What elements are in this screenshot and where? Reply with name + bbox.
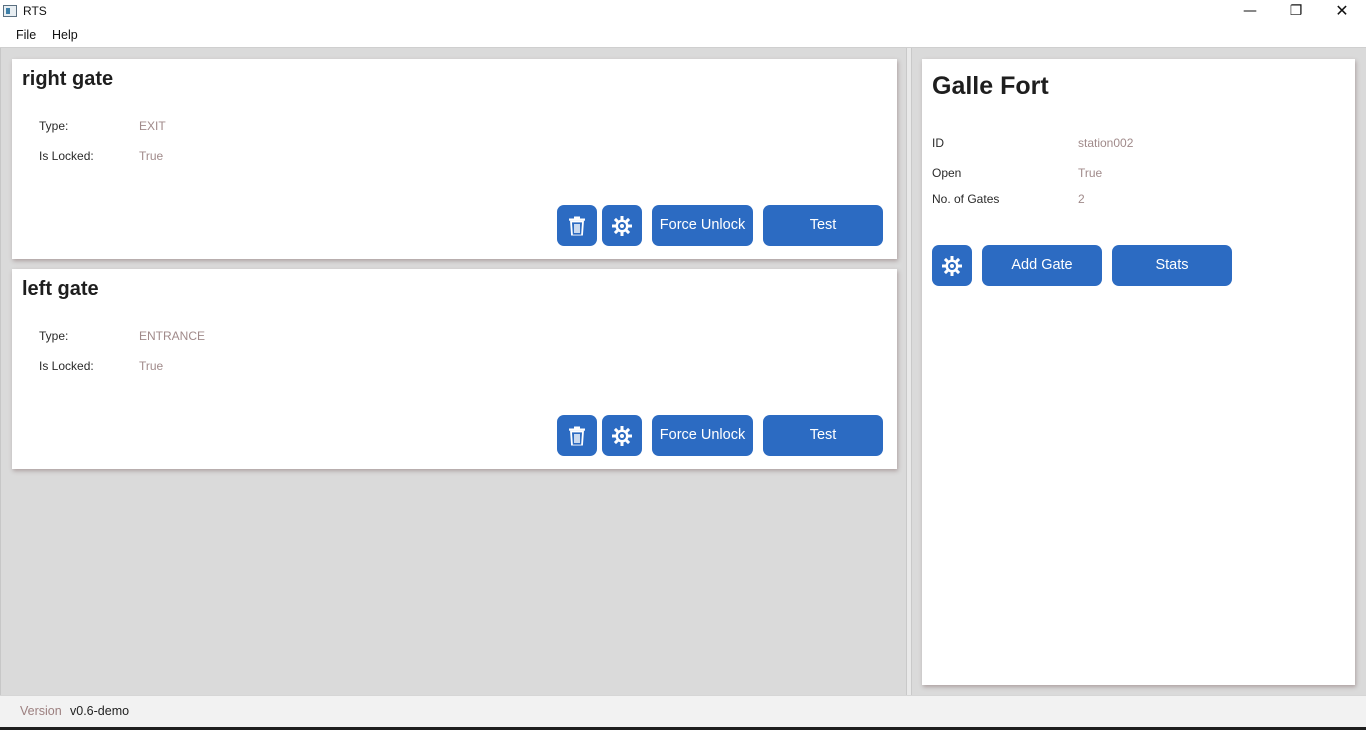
- close-button[interactable]: ✕: [1319, 0, 1365, 24]
- maximize-button[interactable]: ❐: [1273, 0, 1319, 24]
- gate-locked-label: Is Locked:: [39, 149, 94, 163]
- test-gate-button[interactable]: Test: [763, 205, 883, 246]
- delete-gate-button[interactable]: [557, 415, 597, 456]
- gate-name: right gate: [22, 68, 114, 90]
- station-gates-label: No. of Gates: [932, 192, 1000, 206]
- gear-icon: [612, 425, 632, 446]
- force-unlock-button[interactable]: Force Unlock: [652, 415, 753, 456]
- title-bar: RTS — ❐ ✕: [0, 0, 1366, 24]
- add-gate-button[interactable]: Add Gate: [982, 245, 1102, 286]
- app-icon: [3, 5, 17, 17]
- gate-type-label: Type:: [39, 329, 69, 343]
- gear-icon: [612, 215, 632, 236]
- test-gate-button[interactable]: Test: [763, 415, 883, 456]
- menu-help[interactable]: Help: [52, 28, 78, 42]
- trash-icon: [569, 216, 585, 235]
- gate-settings-button[interactable]: [602, 415, 642, 456]
- delete-gate-button[interactable]: [557, 205, 597, 246]
- status-bar: Version v0.6-demo: [0, 695, 1366, 730]
- window-title: RTS: [23, 4, 47, 18]
- station-id-label: ID: [932, 136, 944, 150]
- version-value: v0.6-demo: [70, 704, 130, 718]
- trash-icon: [569, 426, 585, 445]
- station-open-label: Open: [932, 166, 962, 180]
- menu-bar: File Help: [0, 24, 1366, 48]
- minimize-button[interactable]: —: [1227, 0, 1273, 24]
- station-id-value: station002: [1078, 136, 1134, 150]
- version-label: Version: [20, 704, 62, 718]
- gate-type-value: EXIT: [139, 119, 166, 133]
- gate-locked-label: Is Locked:: [39, 359, 94, 373]
- gate-name: left gate: [22, 278, 99, 300]
- gate-locked-value: True: [139, 359, 164, 373]
- gate-type-value: ENTRANCE: [139, 329, 206, 343]
- gate-locked-value: True: [139, 149, 164, 163]
- gate-card: right gate Type: EXIT Is Locked: True Fo…: [12, 59, 897, 259]
- stats-button[interactable]: Stats: [1112, 245, 1232, 286]
- station-card: Galle Fort ID station002 Open True No. o…: [922, 59, 1355, 685]
- station-settings-button[interactable]: [932, 245, 972, 286]
- gate-card: left gate Type: ENTRANCE Is Locked: True: [12, 269, 897, 469]
- station-panel: Galle Fort ID station002 Open True No. o…: [912, 48, 1366, 695]
- menu-file[interactable]: File: [16, 28, 36, 42]
- station-open-value: True: [1078, 166, 1103, 180]
- gate-type-label: Type:: [39, 119, 69, 133]
- gate-settings-button[interactable]: [602, 205, 642, 246]
- station-name: Galle Fort: [932, 72, 1049, 100]
- force-unlock-button[interactable]: Force Unlock: [652, 205, 753, 246]
- gear-icon: [942, 255, 962, 276]
- gate-list-panel: right gate Type: EXIT Is Locked: True Fo…: [0, 48, 906, 695]
- station-gates-value: 2: [1078, 192, 1085, 206]
